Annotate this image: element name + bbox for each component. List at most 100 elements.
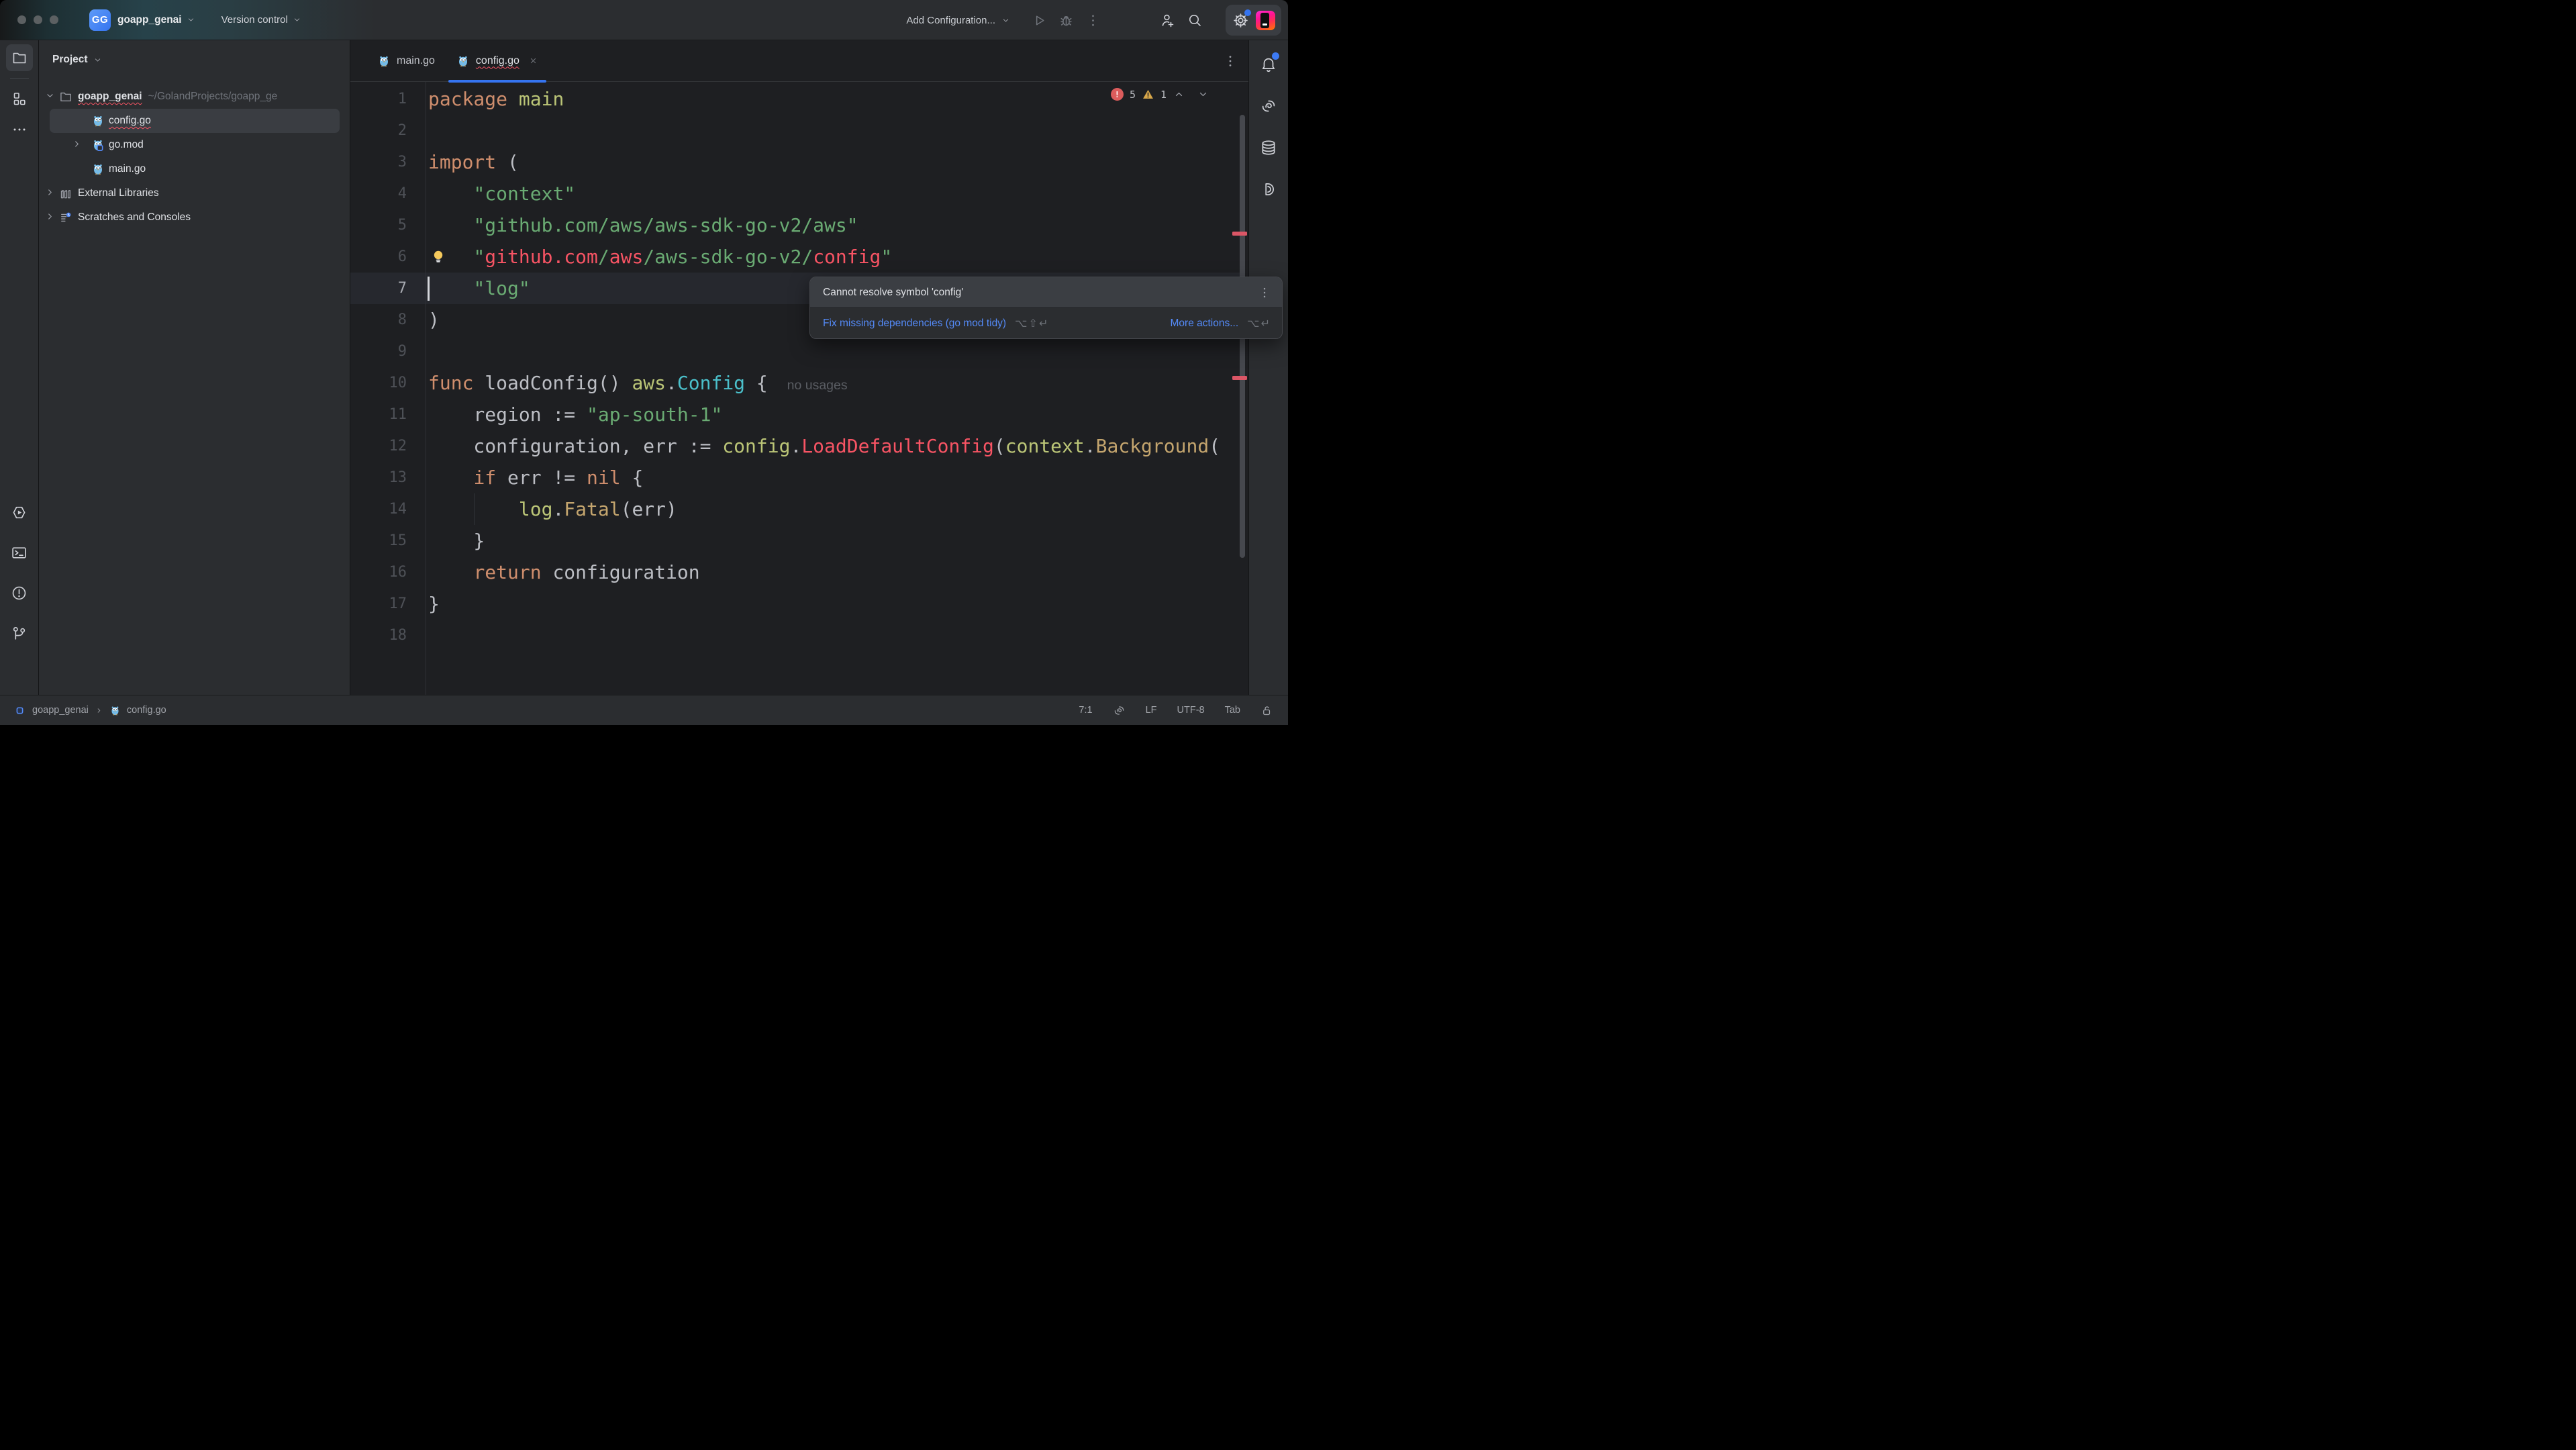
fix-shortcut: ⌥⇧↵ bbox=[1015, 317, 1050, 330]
code-line-6: "github.com/aws/aws-sdk-go-v2/config" bbox=[473, 246, 893, 268]
line-number: 1 bbox=[397, 91, 407, 107]
indent-guide bbox=[474, 493, 475, 525]
project-name: goapp_genai bbox=[117, 13, 182, 26]
inspection-tooltip: Cannot resolve symbol 'config' Fix missi… bbox=[809, 277, 1283, 339]
terminal-icon[interactable] bbox=[6, 539, 33, 566]
minimize-window-button[interactable] bbox=[34, 15, 42, 24]
line-number: 5 bbox=[397, 217, 407, 234]
warning-count: 1 bbox=[1160, 88, 1167, 101]
tree-item-config-go[interactable]: config.go bbox=[39, 109, 350, 133]
tooltip-more-icon[interactable] bbox=[1258, 286, 1271, 299]
right-toolbar bbox=[1248, 40, 1288, 695]
tree-item-main-go[interactable]: main.go bbox=[39, 157, 350, 181]
breadcrumb-project[interactable]: goapp_genai bbox=[32, 705, 89, 716]
line-number: 16 bbox=[389, 564, 407, 581]
indent-style[interactable]: Tab bbox=[1225, 705, 1240, 716]
left-toolbar bbox=[0, 40, 39, 695]
chevron-down-icon[interactable] bbox=[44, 90, 56, 105]
problems-icon[interactable] bbox=[6, 579, 33, 606]
code-line-3: import ( bbox=[428, 151, 519, 173]
project-badge[interactable]: GG bbox=[89, 9, 111, 31]
intention-lightbulb-icon[interactable] bbox=[430, 248, 446, 264]
titlebar: GG goapp_genai Version control Add Confi… bbox=[0, 0, 1288, 40]
error-stripe-mark[interactable] bbox=[1232, 376, 1247, 380]
ai-assistant-icon[interactable] bbox=[1113, 704, 1126, 717]
chevron-right-icon[interactable] bbox=[44, 187, 56, 201]
file-encoding[interactable]: UTF-8 bbox=[1177, 705, 1205, 716]
search-icon[interactable] bbox=[1181, 7, 1208, 34]
code-line-14: log.Fatal(err) bbox=[518, 498, 677, 520]
project-switcher[interactable]: goapp_genai bbox=[117, 14, 196, 26]
more-horizontal-icon[interactable] bbox=[6, 116, 33, 143]
ai-assistant-icon[interactable] bbox=[1255, 93, 1282, 119]
go-file-icon bbox=[91, 114, 105, 131]
structure-icon[interactable] bbox=[6, 85, 33, 112]
code-line-15: } bbox=[428, 530, 485, 552]
chevron-down-icon bbox=[93, 55, 103, 65]
run-hexagon-icon[interactable] bbox=[6, 499, 33, 526]
code-line-13: if err != nil { bbox=[473, 467, 644, 489]
go-mod-icon bbox=[91, 138, 105, 155]
go-file-icon bbox=[91, 162, 105, 179]
project-icon bbox=[13, 704, 26, 717]
git-branch-icon[interactable] bbox=[6, 620, 33, 646]
code-line-16: return configuration bbox=[473, 561, 700, 583]
tab-options-icon[interactable] bbox=[1223, 40, 1238, 82]
breadcrumb: goapp_genai config.go bbox=[13, 704, 166, 717]
notifications-icon[interactable] bbox=[1255, 51, 1282, 78]
line-number: 6 bbox=[397, 248, 407, 265]
add-user-icon[interactable] bbox=[1154, 7, 1181, 34]
version-control-menu[interactable]: Version control bbox=[221, 14, 302, 26]
line-number: 17 bbox=[389, 595, 407, 612]
tab-config-go[interactable]: config.go bbox=[446, 40, 549, 83]
settings-and-account bbox=[1226, 5, 1281, 36]
tree-item-goapp-genai[interactable]: goapp_genai ~/GolandProjects/goapp_ge bbox=[39, 85, 350, 109]
code-line-7: "log" bbox=[473, 277, 530, 299]
inspections-widget[interactable]: ! 5 1 bbox=[1110, 88, 1209, 101]
libraries-icon bbox=[59, 187, 72, 203]
chevron-right-icon[interactable] bbox=[44, 211, 56, 226]
tree-item-label: main.go bbox=[109, 163, 146, 175]
tree-item-scratches-and-consoles[interactable]: Scratches and Consoles bbox=[39, 205, 350, 230]
debug-icon[interactable] bbox=[1052, 7, 1079, 34]
line-number: 3 bbox=[397, 154, 407, 171]
documentation-icon[interactable] bbox=[1255, 176, 1282, 203]
chevron-right-icon[interactable] bbox=[71, 138, 83, 153]
code-line-1: package main bbox=[428, 88, 564, 110]
more-actions-link[interactable]: More actions... bbox=[1171, 318, 1239, 330]
tree-item-external-libraries[interactable]: External Libraries bbox=[39, 181, 350, 205]
status-bar: goapp_genai config.go 7:1 LF UTF-8 Tab bbox=[0, 695, 1288, 725]
error-count: 5 bbox=[1129, 88, 1136, 101]
breadcrumb-file[interactable]: config.go bbox=[127, 705, 166, 716]
fix-dependencies-action[interactable]: Fix missing dependencies (go mod tidy) bbox=[823, 318, 1006, 330]
line-number: 7 bbox=[397, 280, 407, 297]
code-line-12: configuration, err := config.LoadDefault… bbox=[428, 435, 1221, 457]
next-problem-icon[interactable] bbox=[1197, 88, 1209, 101]
tree-item-label: External Libraries bbox=[78, 187, 159, 199]
run-icon[interactable] bbox=[1026, 7, 1052, 34]
tree-item-go-mod[interactable]: go.mod bbox=[39, 133, 350, 157]
error-stripe-mark[interactable] bbox=[1232, 232, 1247, 236]
code-editor[interactable]: 1 2 3 4 5 6 7 8 9 10 11 12 13 14 15 16 17 18 package main… bbox=[350, 82, 1248, 695]
caret-position[interactable]: 7:1 bbox=[1079, 705, 1092, 716]
folder-icon[interactable] bbox=[5, 44, 33, 71]
chevron-down-icon bbox=[292, 15, 302, 25]
zoom-window-button[interactable] bbox=[50, 15, 58, 24]
close-icon[interactable] bbox=[528, 56, 538, 66]
lock-icon[interactable] bbox=[1260, 704, 1273, 717]
line-number: 9 bbox=[397, 343, 407, 360]
code-line-8: ) bbox=[428, 309, 440, 331]
close-window-button[interactable] bbox=[17, 15, 26, 24]
run-configuration-dropdown[interactable]: Add Configuration... bbox=[906, 15, 1011, 26]
project-tool-window: Project goapp_genai ~/GolandProjects/goap… bbox=[39, 40, 350, 695]
tab-main-go[interactable]: main.go bbox=[366, 40, 446, 81]
more-vertical-icon[interactable] bbox=[1079, 7, 1106, 34]
warning-triangle-icon bbox=[1142, 88, 1154, 101]
project-panel-header[interactable]: Project bbox=[39, 40, 350, 66]
editor-tabs: main.go config.go bbox=[350, 40, 1248, 83]
database-icon[interactable] bbox=[1255, 134, 1282, 161]
go-file-icon bbox=[377, 54, 391, 68]
previous-problem-icon[interactable] bbox=[1173, 88, 1185, 101]
user-avatar[interactable] bbox=[1256, 10, 1275, 30]
line-separator[interactable]: LF bbox=[1146, 705, 1157, 716]
